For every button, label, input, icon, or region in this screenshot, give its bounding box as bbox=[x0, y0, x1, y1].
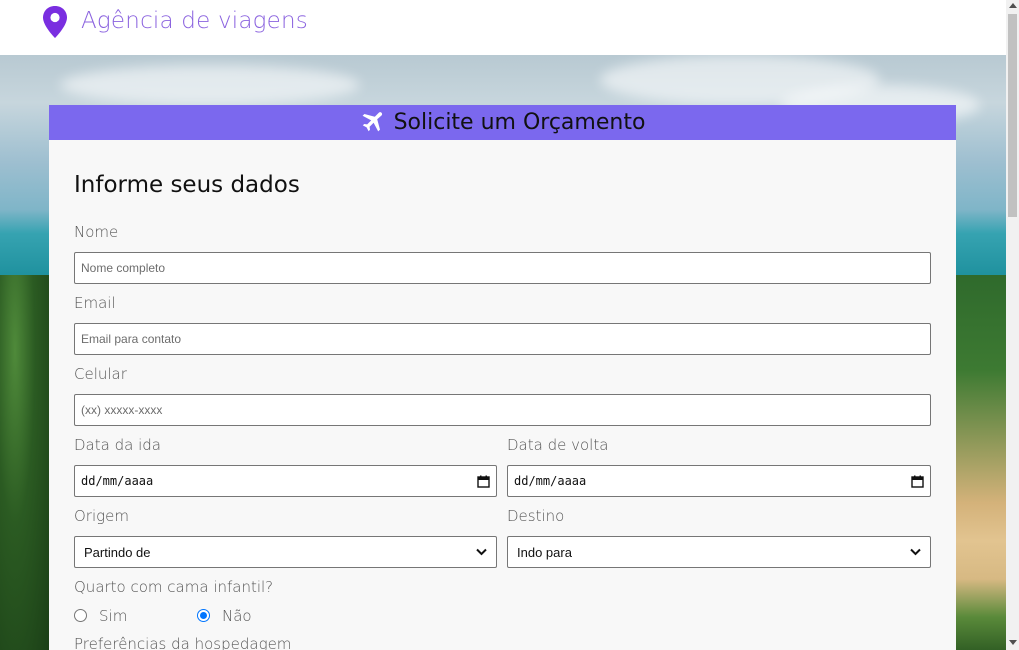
child-bed-label: Quarto com cama infantil? bbox=[74, 578, 274, 596]
email-placeholder: Email para contato bbox=[81, 332, 182, 346]
palm-trees-right bbox=[956, 275, 1006, 650]
departure-date-value: dd/mm/aaaa bbox=[81, 474, 154, 488]
name-label: Nome bbox=[74, 223, 119, 241]
destination-label: Destino bbox=[507, 507, 565, 525]
destination-selected: Indo para bbox=[517, 544, 572, 560]
departure-date-label: Data da ida bbox=[74, 436, 161, 454]
quote-form: Informe seus dados Nome Nome completo Em… bbox=[49, 140, 956, 650]
departure-date-input[interactable]: dd/mm/aaaa bbox=[74, 465, 497, 497]
return-date-value: dd/mm/aaaa bbox=[514, 474, 587, 488]
return-date-input[interactable]: dd/mm/aaaa bbox=[507, 465, 931, 497]
phone-label: Celular bbox=[74, 365, 127, 383]
page-scrollbar[interactable] bbox=[1006, 0, 1019, 650]
email-label: Email bbox=[74, 294, 116, 312]
top-header: Agência de viagens bbox=[0, 0, 1006, 55]
airplane-icon bbox=[362, 111, 382, 131]
chevron-down-icon bbox=[476, 548, 487, 556]
card-title: Solicite um Orçamento bbox=[393, 110, 646, 135]
name-placeholder: Nome completo bbox=[81, 261, 166, 275]
scroll-thumb[interactable] bbox=[1008, 14, 1017, 217]
email-input[interactable]: Email para contato bbox=[74, 323, 931, 355]
phone-placeholder: (xx) xxxxx-xxxx bbox=[81, 403, 163, 417]
section-title: Informe seus dados bbox=[74, 172, 300, 198]
radio-sim[interactable] bbox=[74, 609, 87, 622]
radio-nao[interactable] bbox=[197, 609, 210, 622]
name-input[interactable]: Nome completo bbox=[74, 252, 931, 284]
destination-select[interactable]: Indo para bbox=[507, 536, 931, 568]
calendar-icon[interactable] bbox=[477, 475, 490, 488]
radio-nao-label[interactable]: Não bbox=[222, 607, 252, 625]
palm-trees-left bbox=[0, 275, 50, 650]
phone-input[interactable]: (xx) xxxxx-xxxx bbox=[74, 394, 931, 426]
preferences-label: Preferências da hospedagem bbox=[74, 635, 292, 650]
calendar-icon[interactable] bbox=[911, 475, 924, 488]
origin-select[interactable]: Partindo de bbox=[74, 536, 497, 568]
map-pin-icon bbox=[43, 6, 67, 38]
brand-name[interactable]: Agência de viagens bbox=[81, 8, 308, 34]
origin-label: Origem bbox=[74, 507, 129, 525]
chevron-down-icon bbox=[910, 548, 921, 556]
scroll-down-arrow-icon[interactable] bbox=[1009, 640, 1017, 645]
radio-sim-label[interactable]: Sim bbox=[99, 607, 127, 625]
scroll-up-arrow-icon[interactable] bbox=[1009, 3, 1017, 8]
return-date-label: Data de volta bbox=[507, 436, 609, 454]
origin-selected: Partindo de bbox=[84, 544, 151, 560]
quote-card-header: Solicite um Orçamento bbox=[49, 105, 956, 140]
